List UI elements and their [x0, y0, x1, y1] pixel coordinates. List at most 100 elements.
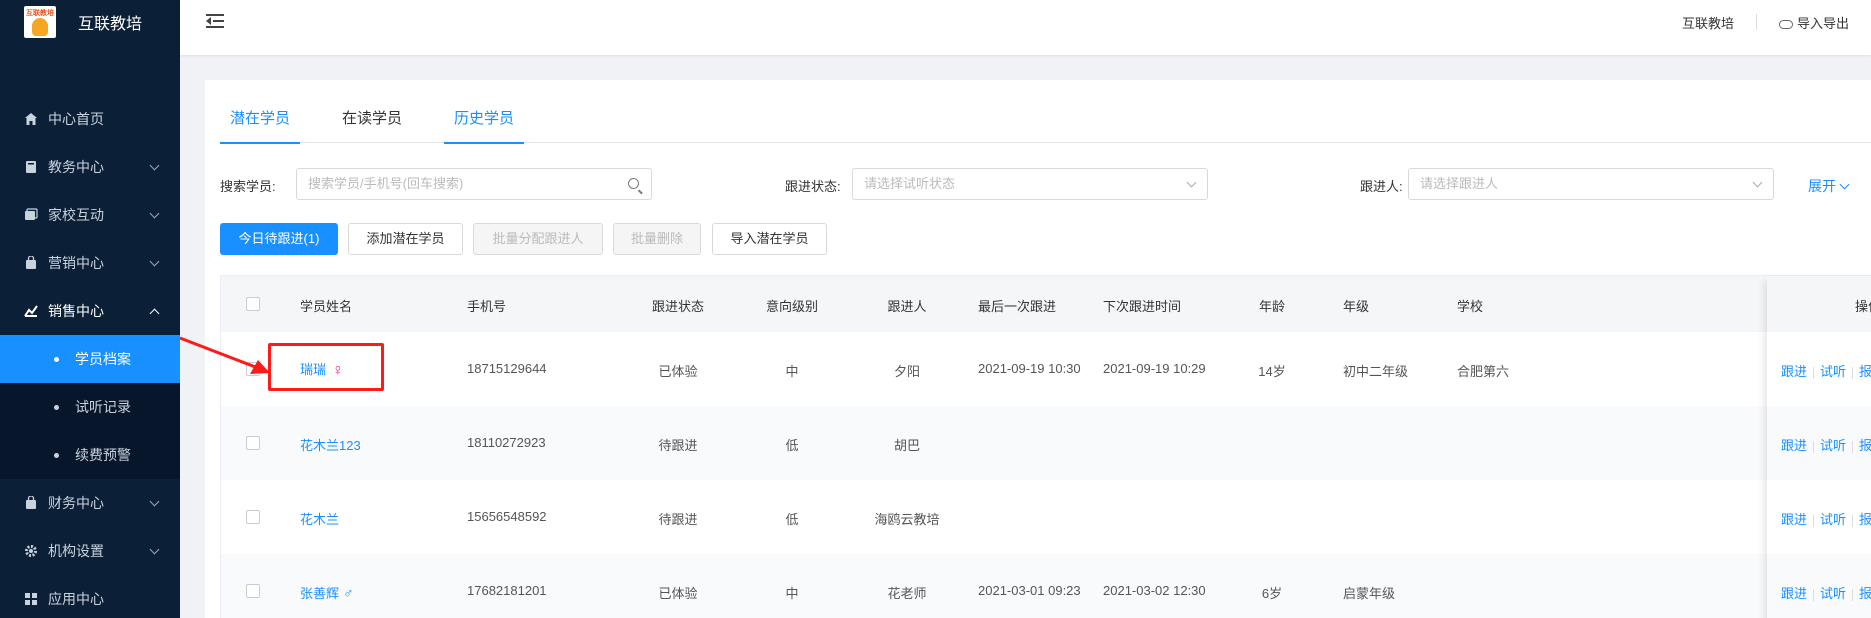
row-ops: 跟进试听报名 [1781, 361, 1871, 380]
sidebar-item-student-records[interactable]: 学员档案 [0, 335, 180, 383]
bullet-icon [54, 404, 59, 410]
add-potential-button[interactable]: 添加潜在学员 [348, 223, 463, 255]
next-follow-cell: 2021-03-02 12:30 [1103, 583, 1206, 598]
signup-link[interactable]: 报名 [1859, 586, 1871, 601]
row-ops: 跟进试听报名 [1781, 509, 1871, 528]
header-status: 跟进状态 [651, 299, 705, 314]
sidebar-item-home[interactable]: 中心首页 [0, 95, 180, 143]
signup-link[interactable]: 报名 [1859, 438, 1871, 453]
student-name-link[interactable]: 花木兰 [300, 512, 339, 527]
operations-column: 操作 跟进试听报名 跟进试听报名 跟进试听报名 跟进试听报名 [1767, 276, 1871, 618]
trial-link[interactable]: 试听 [1820, 512, 1846, 527]
batch-assign-button[interactable]: 批量分配跟进人 [473, 223, 603, 255]
chevron-down-icon [149, 544, 160, 555]
table-row: 张善辉 ♂ 17682181201 已体验 中 花老师 2021-03-01 09… [221, 554, 1871, 618]
follow-link[interactable]: 跟进 [1781, 512, 1807, 527]
import-potential-button[interactable]: 导入潜在学员 [712, 223, 827, 255]
intent-cell: 低 [785, 438, 799, 453]
follower-select[interactable]: 请选择跟进人 [1408, 168, 1774, 200]
finance-icon [26, 496, 36, 509]
student-tabs: 潜在学员 在读学员 历史学员 [220, 95, 1871, 144]
student-name-cell: 花木兰123 [300, 435, 361, 454]
logo-text: 互联教培 [26, 10, 54, 17]
sidebar-item-label: 营销中心 [48, 255, 104, 271]
tab-potential[interactable]: 潜在学员 [220, 95, 301, 144]
chevron-down-icon [149, 256, 160, 267]
sidebar-item-label: 销售中心 [48, 303, 104, 319]
search-icon[interactable] [628, 178, 639, 189]
follow-link[interactable]: 跟进 [1781, 438, 1807, 453]
header-age: 年龄 [1258, 299, 1286, 314]
follower-label: 跟进人: [1360, 179, 1403, 194]
marketing-icon [26, 256, 36, 269]
sidebar-item-marketing[interactable]: 营销中心 [0, 239, 180, 287]
table-row: 瑞瑞 ♀ 18715129644 已体验 中 夕阳 2021-09-19 10:3… [221, 332, 1871, 406]
header-intent: 意向级别 [765, 299, 819, 314]
sidebar-item-renewal-warning[interactable]: 续费预警 [0, 431, 180, 479]
student-name-link[interactable]: 张善辉 [300, 586, 339, 601]
batch-delete-button[interactable]: 批量删除 [613, 223, 701, 255]
phone-cell: 15656548592 [467, 509, 547, 524]
status-cell: 待跟进 [658, 512, 698, 527]
trial-link[interactable]: 试听 [1820, 364, 1846, 379]
settings-icon [25, 545, 37, 557]
status-cell: 已体验 [658, 364, 698, 379]
sidebar-item-teaching[interactable]: 教务中心 [0, 143, 180, 191]
signup-link[interactable]: 报名 [1859, 364, 1871, 379]
sidebar-item-apps[interactable]: 应用中心 [0, 575, 180, 618]
male-icon: ♂ [343, 585, 354, 601]
follower-cell: 胡巴 [893, 438, 921, 453]
brand-name: 互联教培 [78, 16, 143, 33]
sidebar-item-home-school[interactable]: 家校互动 [0, 191, 180, 239]
logo: 互联教培 [24, 6, 56, 38]
chevron-down-icon [149, 208, 160, 219]
org-name[interactable]: 互联教培 [1660, 13, 1756, 32]
intent-cell: 中 [785, 364, 799, 379]
annotation-highlight-box [268, 343, 384, 391]
header-school: 学校 [1457, 299, 1484, 314]
table-row: 花木兰 15656548592 待跟进 低 海鸥云教培 [221, 480, 1871, 554]
filter-bar: 搜索学员: 搜索学员/手机号(回车搜索) 跟进状态: 请选择试听状态 跟进人: … [220, 168, 1871, 200]
menu-fold-icon[interactable] [206, 13, 224, 29]
follow-link[interactable]: 跟进 [1781, 586, 1807, 601]
row-checkbox[interactable] [246, 584, 260, 598]
tab-enrolled[interactable]: 在读学员 [332, 95, 412, 143]
follow-link[interactable]: 跟进 [1781, 364, 1807, 379]
tab-history[interactable]: 历史学员 [444, 95, 525, 144]
student-name-link[interactable]: 花木兰123 [300, 438, 361, 453]
sidebar-item-label: 应用中心 [48, 591, 104, 607]
row-ops: 跟进试听报名 [1781, 435, 1871, 454]
expand-toggle[interactable]: 展开 [1808, 176, 1850, 196]
home-icon [25, 113, 37, 125]
row-checkbox[interactable] [246, 510, 260, 524]
sidebar-item-label: 教务中心 [48, 159, 104, 175]
book-icon [26, 161, 36, 173]
sidebar-item-org-settings[interactable]: 机构设置 [0, 527, 180, 575]
bullet-icon [54, 356, 59, 362]
header-phone: 手机号 [467, 299, 507, 314]
status-select[interactable]: 请选择试听状态 [852, 168, 1208, 200]
sidebar-item-sales[interactable]: 销售中心 [0, 287, 180, 335]
trial-link[interactable]: 试听 [1820, 586, 1846, 601]
chevron-down-icon [149, 496, 160, 507]
trial-link[interactable]: 试听 [1820, 438, 1846, 453]
table-header: 学员姓名 手机号 跟进状态 意向级别 跟进人 最后一次跟进 下次跟进时间 年龄 … [221, 276, 1871, 332]
signup-link[interactable]: 报名 [1859, 512, 1871, 527]
phone-cell: 18715129644 [467, 361, 547, 376]
import-export-link[interactable]: 导入导出 [1757, 13, 1871, 32]
sidebar-item-finance[interactable]: 财务中心 [0, 479, 180, 527]
main-card: 潜在学员 在读学员 历史学员 搜索学员: 搜索学员/手机号(回车搜索) 跟进状态… [205, 80, 1871, 618]
status-cell: 待跟进 [658, 438, 698, 453]
age-cell: 14岁 [1258, 364, 1286, 379]
select-all-checkbox[interactable] [246, 297, 260, 311]
header-name: 学员姓名 [300, 299, 353, 314]
header-grade: 年级 [1343, 299, 1370, 314]
search-input[interactable]: 搜索学员/手机号(回车搜索) [296, 168, 652, 200]
sub-item-label: 学员档案 [75, 351, 131, 367]
today-follow-button[interactable]: 今日待跟进(1) [220, 223, 338, 255]
brand[interactable]: 互联教培 互联教培 [0, 0, 180, 44]
row-checkbox[interactable] [246, 436, 260, 450]
sidebar-item-trial-records[interactable]: 试听记录 [0, 383, 180, 431]
interact-icon [25, 208, 38, 220]
sidebar-item-label: 中心首页 [48, 111, 104, 127]
